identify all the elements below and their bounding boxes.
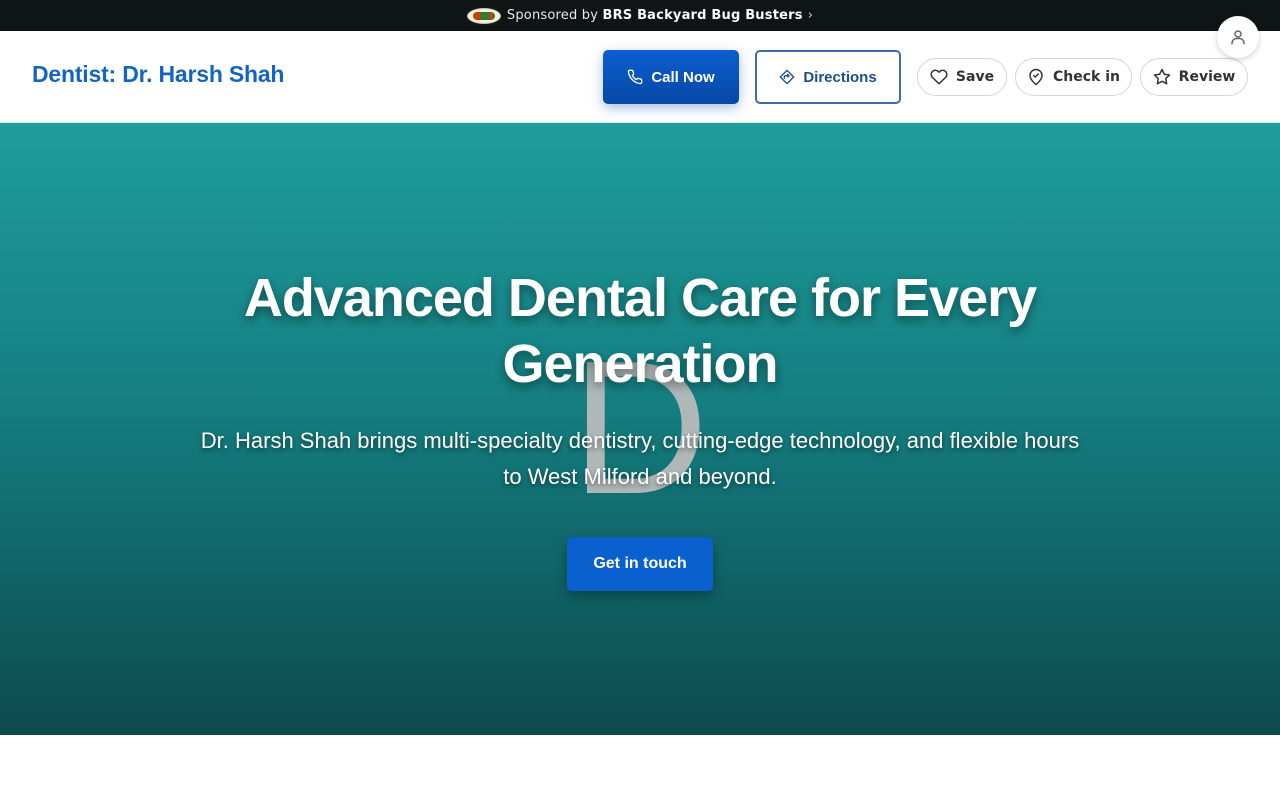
review-button[interactable]: Review [1140,58,1248,96]
site-header: Dentist: Dr. Harsh Shah Call Now Directi… [0,31,1280,123]
check-in-label: Check in [1053,69,1120,85]
sponsor-name: BRS Backyard Bug Busters [602,8,803,23]
directions-label: Directions [803,68,877,86]
call-now-button[interactable]: Call Now [603,50,739,104]
user-icon [1231,30,1245,45]
account-button[interactable] [1217,16,1259,58]
map-pin-check-icon [1029,68,1043,86]
directions-icon [779,69,795,85]
page-title[interactable]: Dentist: Dr. Harsh Shah [32,61,284,88]
save-button[interactable]: Save [917,58,1007,96]
star-icon [1153,68,1170,85]
phone-icon [628,69,643,85]
hero-section: D Advanced Dental Care for Every Generat… [0,123,1280,735]
sponsor-prefix: Sponsored by [506,8,599,23]
save-label: Save [955,69,995,85]
hero-subtitle: Dr. Harsh Shah brings multi-specialty de… [200,428,1080,489]
call-now-label: Call Now [651,68,715,86]
chevron-right-icon: › [807,8,814,23]
check-in-button[interactable]: Check in [1015,58,1132,96]
sponsor-logo-icon [466,7,501,24]
heart-icon [930,69,948,85]
get-in-touch-button[interactable]: Get in touch [567,537,713,591]
review-label: Review [1178,69,1236,85]
hero-title: Advanced Dental Care for Every Generatio… [243,268,1037,394]
sponsor-text: Sponsored by BRS Backyard Bug Busters [507,8,803,23]
directions-button[interactable]: Directions [755,50,901,104]
sponsor-banner[interactable]: Sponsored by BRS Backyard Bug Busters › [0,0,1280,31]
